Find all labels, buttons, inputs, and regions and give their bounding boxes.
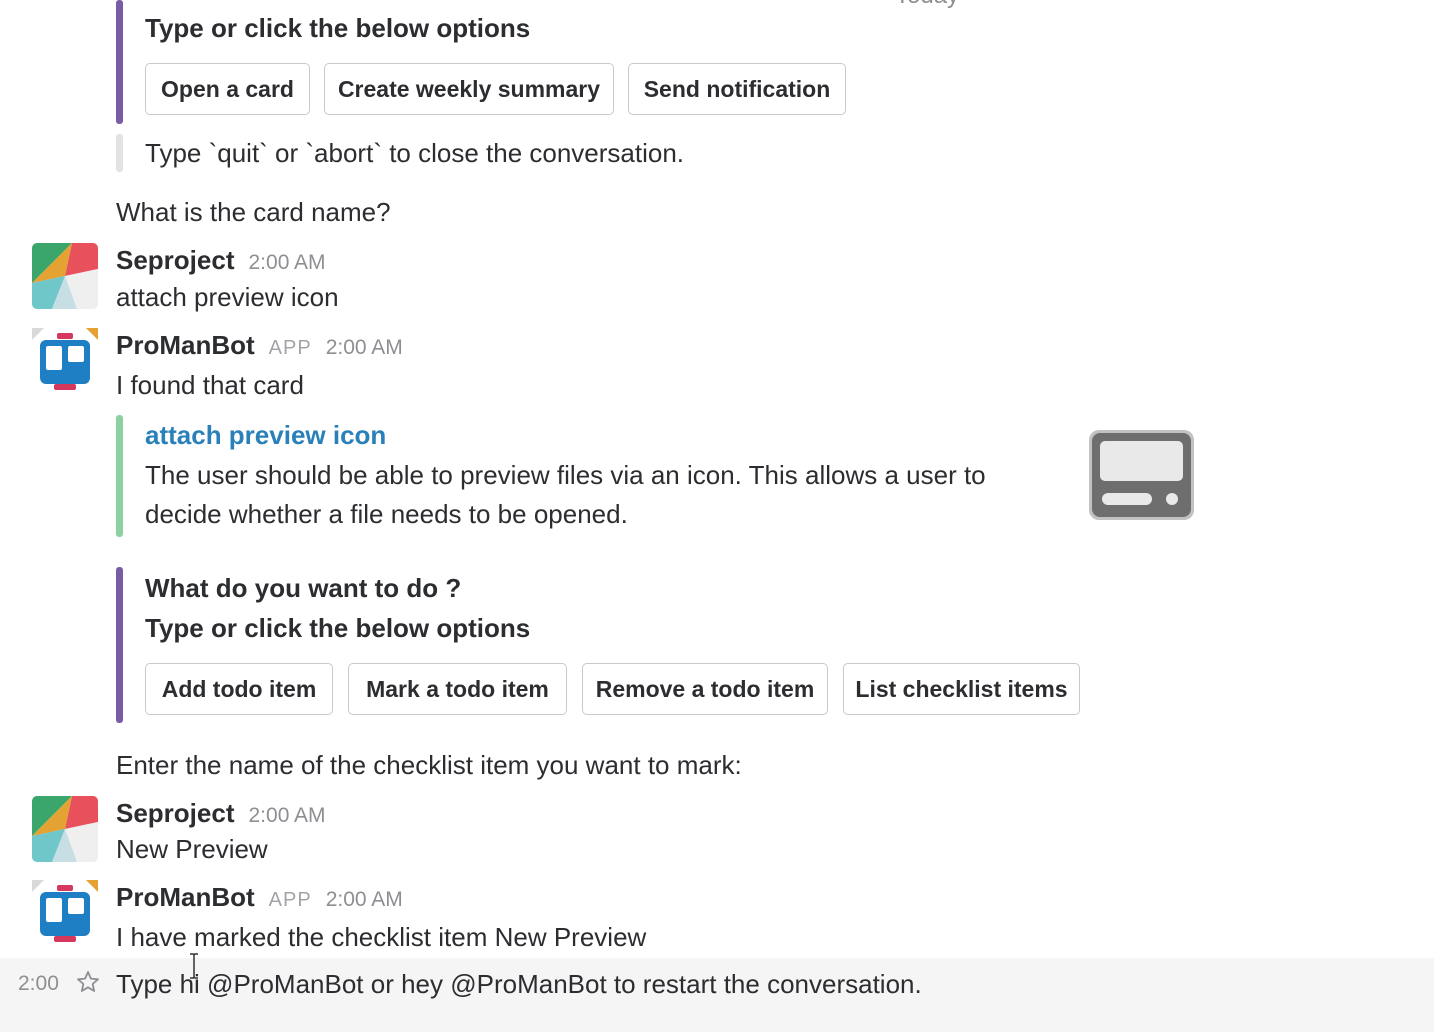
attachment-bar-purple (116, 0, 123, 124)
author-name[interactable]: ProManBot (116, 329, 255, 361)
message-header: ProManBot APP 2:00 AM (116, 329, 403, 364)
promanbot-avatar[interactable] (32, 880, 98, 946)
message-text: attach preview icon (116, 282, 339, 312)
action-question: What do you want to do ? (145, 573, 462, 603)
checklist-prompt: Enter the name of the checklist item you… (116, 750, 742, 780)
message-header: ProManBot APP 2:00 AM (116, 881, 403, 916)
seproject-avatar[interactable] (32, 796, 98, 862)
card-description-line1: The user should be able to preview files… (145, 460, 986, 490)
message-text: I found that card (116, 370, 304, 400)
card-description-line2: decide whether a file needs to be opened… (145, 499, 628, 529)
text-cursor-icon (188, 953, 200, 979)
timestamp[interactable]: 2:00 AM (326, 884, 403, 916)
options-prompt: Type or click the below options (145, 613, 531, 643)
message-text: New Preview (116, 834, 268, 864)
mark-todo-item-button[interactable]: Mark a todo item (348, 663, 567, 715)
timestamp[interactable]: 2:00 AM (249, 247, 326, 279)
promanbot-avatar[interactable] (32, 328, 98, 394)
restart-instructions: Type hi @ProManBot or hey @ProManBot to … (116, 969, 922, 999)
author-name[interactable]: Seproject (116, 797, 235, 829)
card-name-question: What is the card name? (116, 197, 391, 227)
message-header: Seproject 2:00 AM (116, 797, 326, 832)
message-header: Seproject 2:00 AM (116, 244, 326, 279)
attachment-bar-green (116, 415, 123, 537)
create-weekly-summary-button[interactable]: Create weekly summary (324, 63, 614, 115)
card-title-link[interactable]: attach preview icon (145, 419, 386, 451)
app-badge: APP (268, 889, 312, 911)
list-checklist-items-button[interactable]: List checklist items (843, 663, 1080, 715)
timestamp[interactable]: 2:00 AM (249, 800, 326, 832)
remove-todo-item-button[interactable]: Remove a todo item (582, 663, 828, 715)
quit-instructions: Type `quit` or `abort` to close the conv… (145, 138, 685, 168)
send-notification-button[interactable]: Send notification (628, 63, 846, 115)
hover-timestamp[interactable]: 2:00 (18, 970, 59, 998)
star-icon[interactable] (76, 970, 100, 994)
options-prompt-top: Type or click the below options (145, 13, 531, 43)
card-thumbnail-icon[interactable] (1088, 429, 1195, 521)
seproject-avatar[interactable] (32, 243, 98, 309)
author-name[interactable]: Seproject (116, 244, 235, 276)
add-todo-item-button[interactable]: Add todo item (145, 663, 333, 715)
author-name[interactable]: ProManBot (116, 881, 255, 913)
open-card-button[interactable]: Open a card (145, 63, 310, 115)
attachment-bar-purple (116, 567, 123, 723)
cut-off-text: Today (895, 0, 959, 12)
attachment-bar-grey (116, 134, 123, 172)
app-badge: APP (268, 337, 312, 359)
message-text: I have marked the checklist item New Pre… (116, 922, 647, 952)
timestamp[interactable]: 2:00 AM (326, 332, 403, 364)
